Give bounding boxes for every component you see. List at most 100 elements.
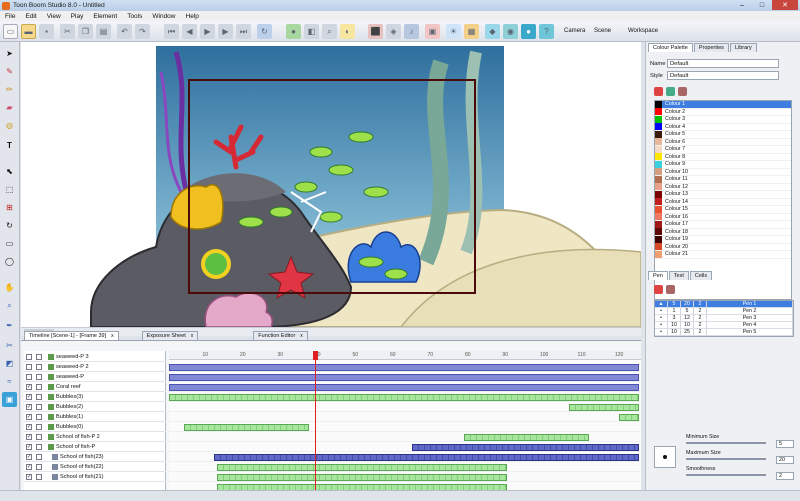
export-icon[interactable]: ◆ (485, 24, 500, 39)
layer-lock-checkbox[interactable] (36, 434, 42, 440)
frame-grid[interactable]: 102030405060708090100110120 (169, 351, 641, 491)
minimize-button[interactable]: – (732, 0, 752, 10)
layer-lock-checkbox[interactable] (36, 454, 42, 460)
publish-icon[interactable]: ◉ (503, 24, 518, 39)
smooth-icon[interactable]: ≈ (2, 374, 17, 389)
contour-editor-icon[interactable]: ⬉ (2, 164, 17, 179)
track-row[interactable] (169, 433, 641, 442)
colour-item[interactable]: Colour 18 (655, 228, 791, 236)
scene-dropdown[interactable]: Scene (594, 28, 611, 34)
transform-icon[interactable]: ⬚ (2, 182, 17, 197)
layer-visibility-checkbox[interactable]: ✓ (26, 454, 32, 460)
layer-visibility-checkbox[interactable] (26, 364, 32, 370)
playhead-handle[interactable] (313, 351, 319, 360)
layer-visibility-checkbox[interactable]: ✓ (26, 444, 32, 450)
hand-icon[interactable]: ✋ (2, 280, 17, 295)
pen-row[interactable]: • 10 25 2 Pen 5 (655, 329, 793, 336)
layer-lock-checkbox[interactable] (36, 424, 42, 430)
redo-icon[interactable]: ↷ (135, 24, 150, 39)
rectangle-icon[interactable]: ▭ (2, 236, 17, 251)
minimum-size-input[interactable]: 5 (776, 440, 794, 448)
layer-visibility-checkbox[interactable]: ✓ (26, 384, 32, 390)
layer-row[interactable]: ✓ Bubbles(1) (24, 413, 166, 422)
eraser-icon[interactable]: ▰ (2, 100, 17, 115)
layer-lock-checkbox[interactable] (36, 404, 42, 410)
new-document-icon[interactable]: ▭ (3, 24, 18, 39)
maximize-button[interactable]: □ (752, 0, 772, 10)
colour-item[interactable]: Colour 10 (655, 168, 791, 176)
onion-skin-icon[interactable]: ● (286, 24, 301, 39)
menu-view[interactable]: View (42, 13, 66, 20)
perspective-icon[interactable]: ◩ (2, 356, 17, 371)
exposure-bar[interactable] (569, 404, 639, 411)
colour-item[interactable]: Colour 20 (655, 243, 791, 251)
tab-text[interactable]: Text (668, 271, 689, 280)
scene-planning-icon[interactable]: ◈ (386, 24, 401, 39)
layer-row[interactable]: seaweed-P 3 (24, 353, 166, 362)
track-row[interactable] (169, 473, 641, 482)
lip-sync-icon[interactable]: ♪ (404, 24, 419, 39)
colour-item[interactable]: Colour 9 (655, 160, 791, 169)
colour-item[interactable]: Colour 21 (655, 250, 791, 259)
close-tab-icon[interactable]: x (111, 333, 114, 339)
cut-icon[interactable]: ✂ (60, 24, 75, 39)
forward-icon[interactable]: ▶ (218, 24, 233, 39)
light-table-icon[interactable]: ◐ (340, 24, 355, 39)
layer-visibility-checkbox[interactable] (26, 354, 32, 360)
tab-properties[interactable]: Properties (693, 43, 729, 52)
record-icon[interactable]: ⬛ (368, 24, 383, 39)
paint-bucket-icon[interactable]: ◍ (2, 118, 17, 133)
exposure-bar[interactable] (412, 444, 639, 451)
first-frame-icon[interactable]: ⏮ (164, 24, 179, 39)
library-icon[interactable]: ▦ (464, 24, 479, 39)
smoothness-slider[interactable] (686, 474, 766, 476)
pen-row[interactable]: ▲ 5 20 2 Pen 1 (655, 301, 793, 308)
frame-ruler[interactable]: 102030405060708090100110120 (169, 351, 641, 360)
layer-visibility-checkbox[interactable]: ✓ (26, 424, 32, 430)
colour-item[interactable]: Colour 5 (655, 130, 791, 139)
tab-function-editor[interactable]: Function Editor x (253, 331, 308, 340)
colour-item[interactable]: Colour 13 (655, 190, 791, 199)
colour-item[interactable]: Colour 7 (655, 145, 791, 154)
menu-tools[interactable]: Tools (122, 13, 147, 20)
menu-help[interactable]: Help (181, 13, 204, 20)
add-gradient-icon[interactable] (666, 87, 675, 96)
colour-item[interactable]: Colour 12 (655, 183, 791, 191)
close-button[interactable]: ✕ (772, 0, 798, 10)
close-tab-icon[interactable]: x (300, 333, 303, 339)
add-colour-icon[interactable] (654, 87, 663, 96)
exposure-bar[interactable] (619, 414, 639, 421)
web-icon[interactable]: ● (521, 24, 536, 39)
colour-item[interactable]: Colour 11 (655, 175, 791, 184)
menu-edit[interactable]: Edit (20, 13, 41, 20)
brush-icon[interactable]: ✎ (2, 64, 17, 79)
layer-visibility-checkbox[interactable]: ✓ (26, 404, 32, 410)
menu-window[interactable]: Window (147, 13, 180, 20)
track-row[interactable] (169, 383, 641, 392)
exposure-bar[interactable] (169, 394, 639, 401)
delete-pen-icon[interactable] (666, 285, 675, 294)
copy-icon[interactable]: ❐ (78, 24, 93, 39)
pen-row[interactable]: • 3 12 2 Pen 3 (655, 315, 793, 322)
colour-item[interactable]: Colour 3 (655, 115, 791, 124)
zoom-tool-icon[interactable]: ⌕ (2, 298, 17, 313)
camera-tool-icon[interactable]: ▣ (2, 392, 17, 407)
layer-visibility-checkbox[interactable]: ✓ (26, 434, 32, 440)
track-row[interactable] (169, 373, 641, 382)
undo-icon[interactable]: ↶ (117, 24, 132, 39)
palette-name-select[interactable]: Default (667, 59, 779, 68)
layer-visibility-checkbox[interactable] (26, 374, 32, 380)
select-arrow-icon[interactable]: ➤ (2, 46, 17, 61)
pen-table[interactable]: ▲ 5 20 2 Pen 1 • 1 5 2 Pen 2 • 3 12 2 Pen 3 • 10 10 2 Pen 4… (654, 300, 794, 337)
folder-icon[interactable]: ▬ (21, 24, 36, 39)
layer-lock-checkbox[interactable] (36, 374, 42, 380)
layer-row[interactable]: ✓ Bubbles(3) (24, 393, 166, 402)
layer-row[interactable]: ✓ School of fish(21) (24, 473, 166, 482)
ellipse-icon[interactable]: ◯ (2, 254, 17, 269)
rewind-icon[interactable]: ◀ (182, 24, 197, 39)
menu-file[interactable]: File (0, 13, 20, 20)
layer-lock-checkbox[interactable] (36, 464, 42, 470)
save-icon[interactable]: ▪ (39, 24, 54, 39)
exposure-bar[interactable] (169, 374, 639, 381)
dropper-icon[interactable]: ✒ (2, 318, 17, 333)
